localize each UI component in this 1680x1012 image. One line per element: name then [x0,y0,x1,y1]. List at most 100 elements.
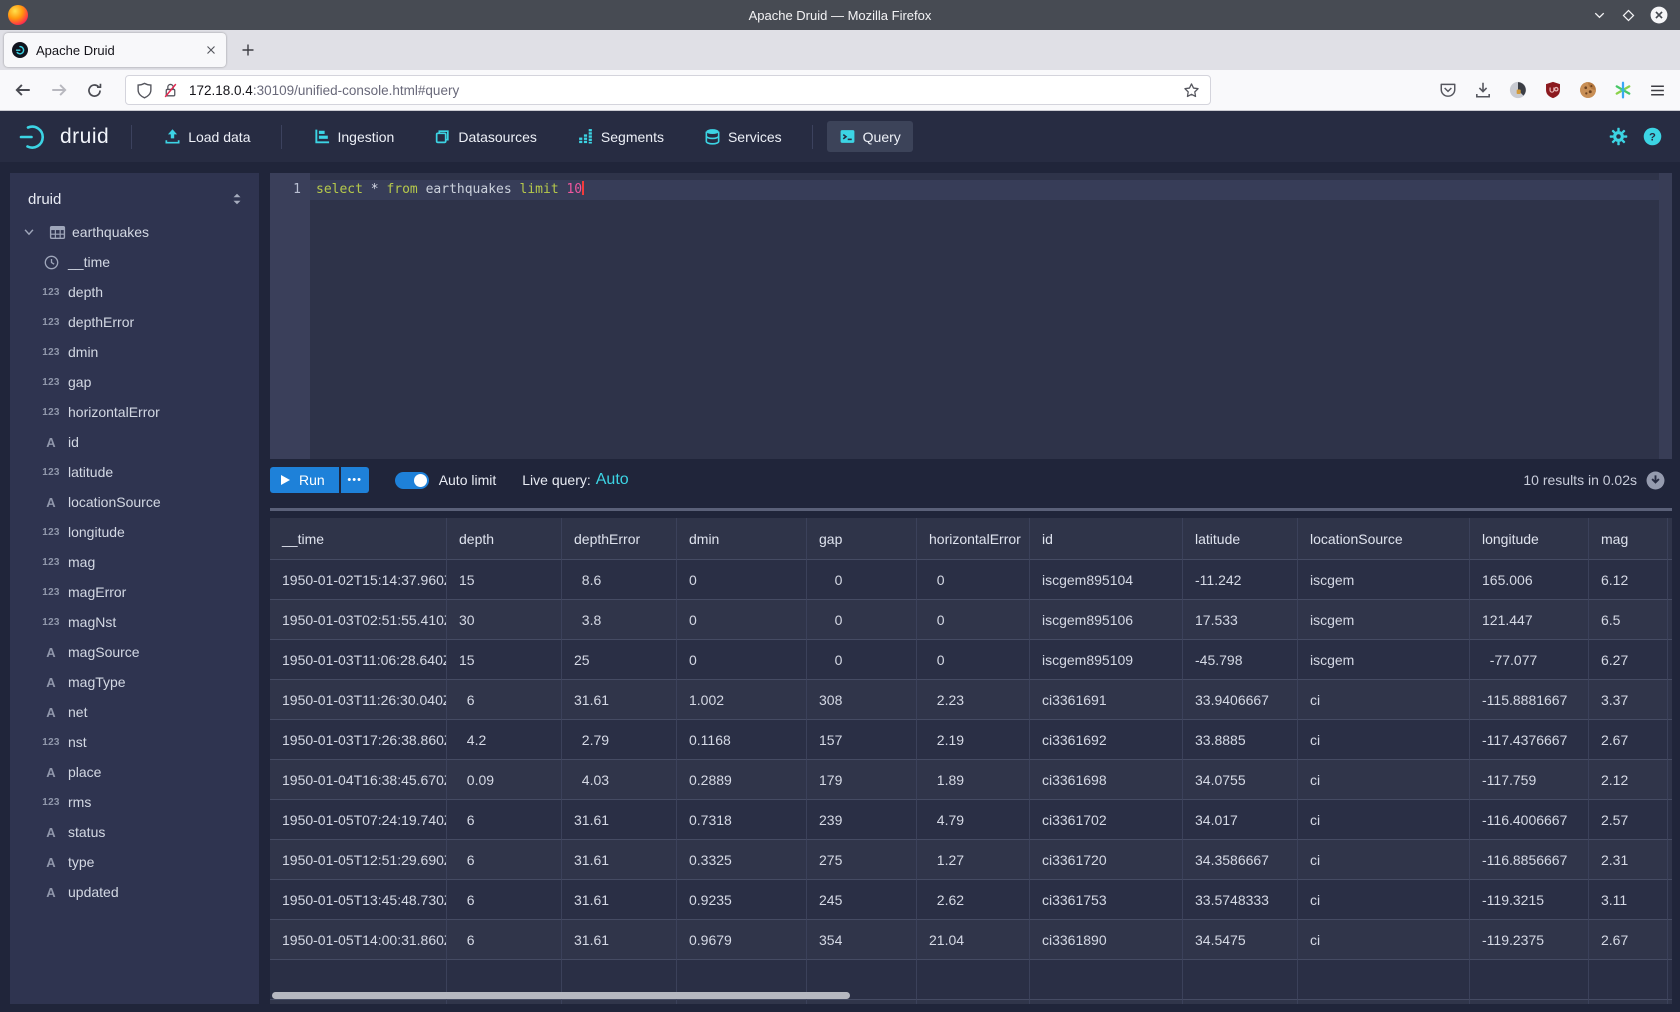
cell-latitude[interactable]: 34.0755 [1183,760,1298,800]
column-header-longitude[interactable]: longitude [1470,518,1589,560]
cell-depthError[interactable]: 8.6 [562,560,677,600]
shield-icon[interactable] [136,82,153,99]
sidebar-column-id[interactable]: Aid [10,427,259,457]
sidebar-column-latitude[interactable]: 123latitude [10,457,259,487]
cell-longitude[interactable]: -115.8881667 [1470,680,1589,720]
tab-apache-druid[interactable]: Apache Druid [4,33,226,67]
column-header-latitude[interactable]: latitude [1183,518,1298,560]
window-close-icon[interactable] [1650,6,1668,24]
cell-latitude[interactable]: 33.8885 [1183,720,1298,760]
cell-depthError[interactable]: 2.79 [562,720,677,760]
cell-latitude[interactable]: 34.3586667 [1183,840,1298,880]
editor-scroll-track[interactable] [1659,173,1672,459]
cell-depthError[interactable]: 31.61 [562,680,677,720]
cell-locationSource[interactable]: ci [1298,720,1470,760]
cell-__time[interactable]: 1950-01-05T13:45:48.730Z [270,880,447,920]
panel-divider[interactable] [270,508,1672,511]
live-query-value[interactable]: Auto [596,471,629,489]
privacy-badger-icon[interactable] [1509,81,1527,99]
sidebar-column-magType[interactable]: AmagType [10,667,259,697]
auto-limit-toggle[interactable] [395,472,429,489]
cell-longitude[interactable]: -116.4006667 [1470,800,1589,840]
sidebar-column-magSource[interactable]: AmagSource [10,637,259,667]
druid-logo[interactable]: druid [18,123,109,151]
cell-horizontalError[interactable]: 1.27 [917,840,1030,880]
download-results-icon[interactable] [1646,471,1665,490]
sidebar-column-locationSource[interactable]: AlocationSource [10,487,259,517]
cell-gap[interactable]: 0 [807,640,917,680]
cell-mag[interactable]: 3.11 [1589,880,1668,920]
cell-depthError[interactable]: 31.61 [562,800,677,840]
cell-dmin[interactable]: 0.9235 [677,880,807,920]
bookmark-star-icon[interactable] [1183,82,1200,99]
cell-longitude[interactable]: -116.8856667 [1470,840,1589,880]
column-header-mag[interactable]: mag [1589,518,1668,560]
sidebar-column-place[interactable]: Aplace [10,757,259,787]
chevron-down-icon[interactable] [18,225,40,239]
cell-depth[interactable]: 30 [447,600,562,640]
cell-depthError[interactable]: 31.61 [562,840,677,880]
cell-__time[interactable]: 1950-01-03T11:06:28.640Z [270,640,447,680]
table-row[interactable]: 1950-01-03T11:06:28.640Z15250 0 0iscgem8… [270,640,1672,680]
column-header-horizontalError[interactable]: horizontalError [917,518,1030,560]
cell-latitude[interactable]: 33.5748333 [1183,880,1298,920]
cell-depth[interactable]: 6 [447,800,562,840]
cell-depth[interactable]: 6 [447,920,562,960]
nav-item-services[interactable]: Services [696,122,790,151]
cell-longitude[interactable]: -119.3215 [1470,880,1589,920]
cell-__time[interactable]: 1950-01-05T07:24:19.740Z [270,800,447,840]
cell-__time[interactable]: 1950-01-03T17:26:38.860Z [270,720,447,760]
cell-locationSource[interactable]: iscgem [1298,600,1470,640]
cell-depth[interactable]: 6 [447,680,562,720]
column-header-depth[interactable]: depth [447,518,562,560]
extension-asterisk-icon[interactable] [1614,81,1632,99]
cell-horizontalError[interactable]: 1.89 [917,760,1030,800]
cell-depthError[interactable]: 31.61 [562,920,677,960]
cell-mag[interactable]: 2.12 [1589,760,1668,800]
run-button[interactable]: Run [270,467,339,493]
cell-dmin[interactable]: 0.2889 [677,760,807,800]
table-row[interactable]: 1950-01-03T17:26:38.860Z 4.2 2.790.11681… [270,720,1672,760]
cell-id[interactable]: ci3361720 [1030,840,1183,880]
cell-dmin[interactable]: 0.3325 [677,840,807,880]
table-row[interactable]: 1950-01-02T15:14:37.960Z15 8.60 0 0iscge… [270,560,1672,600]
cell-latitude[interactable]: 34.017 [1183,800,1298,840]
horizontal-scrollbar[interactable] [272,992,850,999]
cell-dmin[interactable]: 0 [677,640,807,680]
cell-dmin[interactable]: 0.1168 [677,720,807,760]
sql-editor[interactable]: 1 select * from earthquakes limit 10 [270,173,1672,459]
sidebar-column-horizontalError[interactable]: 123horizontalError [10,397,259,427]
cell-latitude[interactable]: -11.242 [1183,560,1298,600]
cookie-extension-icon[interactable] [1579,81,1597,99]
cell-locationSource[interactable]: iscgem [1298,560,1470,600]
run-more-button[interactable]: ••• [341,467,369,493]
url-bar[interactable]: 172.18.0.4:30109/unified-console.html#qu… [125,75,1211,105]
nav-item-query[interactable]: Query [827,121,913,152]
cell-mag[interactable]: 6.12 [1589,560,1668,600]
cell-latitude[interactable]: 33.9406667 [1183,680,1298,720]
help-icon[interactable]: ? [1643,127,1662,146]
cell-dmin[interactable]: 1.002 [677,680,807,720]
cell-longitude[interactable]: -117.4376667 [1470,720,1589,760]
forward-button[interactable] [50,81,68,99]
cell-depthError[interactable]: 4.03 [562,760,677,800]
cell-latitude[interactable]: 17.533 [1183,600,1298,640]
cell-locationSource[interactable]: iscgem [1298,640,1470,680]
column-header-depthError[interactable]: depthError [562,518,677,560]
cell-id[interactable]: iscgem895104 [1030,560,1183,600]
cell-__time[interactable]: 1950-01-02T15:14:37.960Z [270,560,447,600]
gear-icon[interactable] [1609,127,1628,146]
cell-gap[interactable]: 157 [807,720,917,760]
window-maximize-icon[interactable] [1621,8,1636,23]
cell-id[interactable]: ci3361890 [1030,920,1183,960]
cell-id[interactable]: ci3361691 [1030,680,1183,720]
cell-gap[interactable]: 245 [807,880,917,920]
sidebar-column-magNst[interactable]: 123magNst [10,607,259,637]
cell-gap[interactable]: 354 [807,920,917,960]
reload-button[interactable] [86,82,103,99]
cell-gap[interactable]: 179 [807,760,917,800]
download-icon[interactable] [1474,81,1492,99]
table-row[interactable]: 1950-01-05T13:45:48.730Z 631.610.9235245… [270,880,1672,920]
cell-longitude[interactable]: -117.759 [1470,760,1589,800]
cell-mag[interactable]: 3.37 [1589,680,1668,720]
